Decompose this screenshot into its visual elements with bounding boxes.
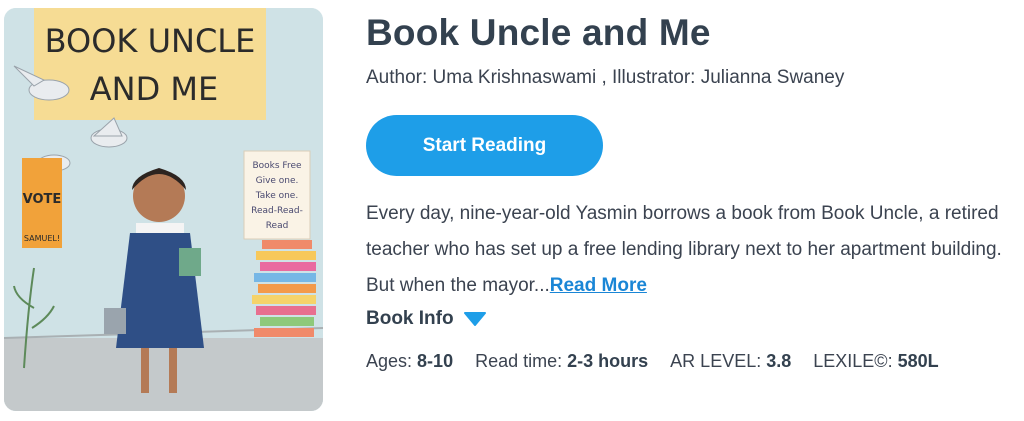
cover-sign-line: Take one. bbox=[255, 191, 298, 201]
meta-ages-value: 8-10 bbox=[417, 351, 454, 371]
book-description-text: Every day, nine-year-old Yasmin borrows … bbox=[366, 203, 1002, 296]
meta-ages-label: Ages: bbox=[366, 351, 413, 371]
cover-poster-name: SAMUEL! bbox=[24, 234, 60, 243]
book-info-toggle[interactable]: Book Info bbox=[366, 308, 486, 330]
read-more-link[interactable]: Read More bbox=[550, 275, 647, 296]
cover-sign-line: Read-Read- bbox=[251, 206, 303, 216]
chevron-down-icon bbox=[463, 312, 486, 326]
meta-read-time: Read time: 2-3 hours bbox=[475, 351, 648, 372]
book-stack bbox=[252, 240, 316, 337]
meta-ar-level-label: AR LEVEL: bbox=[670, 351, 762, 371]
book-cover[interactable]: BOOK UNCLE AND ME VOTE SAMUEL! Books Fre… bbox=[4, 8, 323, 411]
book-title: Book Uncle and Me bbox=[366, 12, 711, 53]
cover-sign-line: Read bbox=[266, 221, 289, 231]
meta-lexile: LEXILE©: 580L bbox=[813, 351, 938, 372]
cover-poster-vote: VOTE bbox=[23, 192, 62, 207]
book-authors: Author: Uma Krishnaswami , Illustrator: … bbox=[366, 67, 845, 88]
book-meta: Ages: 8-10 Read time: 2-3 hours AR LEVEL… bbox=[366, 351, 939, 372]
meta-read-time-label: Read time: bbox=[475, 351, 563, 371]
meta-lexile-value: 580L bbox=[897, 351, 939, 371]
cover-sign-line: Books Free bbox=[252, 161, 302, 171]
cover-sign: Books Free Give one. Take one. Read-Read… bbox=[243, 150, 311, 240]
book-cover-illustration: BOOK UNCLE AND ME VOTE SAMUEL! Books Fre… bbox=[4, 8, 323, 411]
meta-ar-level: AR LEVEL: 3.8 bbox=[670, 351, 791, 372]
meta-ages: Ages: 8-10 bbox=[366, 351, 453, 372]
start-reading-button[interactable]: Start Reading bbox=[366, 115, 603, 176]
meta-lexile-label: LEXILE©: bbox=[813, 351, 893, 371]
meta-ar-level-value: 3.8 bbox=[766, 351, 792, 371]
book-info-label: Book Info bbox=[366, 308, 454, 329]
meta-read-time-value: 2-3 hours bbox=[567, 351, 649, 371]
book-description: Every day, nine-year-old Yasmin borrows … bbox=[366, 196, 1006, 304]
cover-title-line1: BOOK UNCLE bbox=[45, 22, 256, 60]
cover-sign-line: Give one. bbox=[256, 176, 299, 186]
cover-title-line2: AND ME bbox=[90, 70, 218, 108]
